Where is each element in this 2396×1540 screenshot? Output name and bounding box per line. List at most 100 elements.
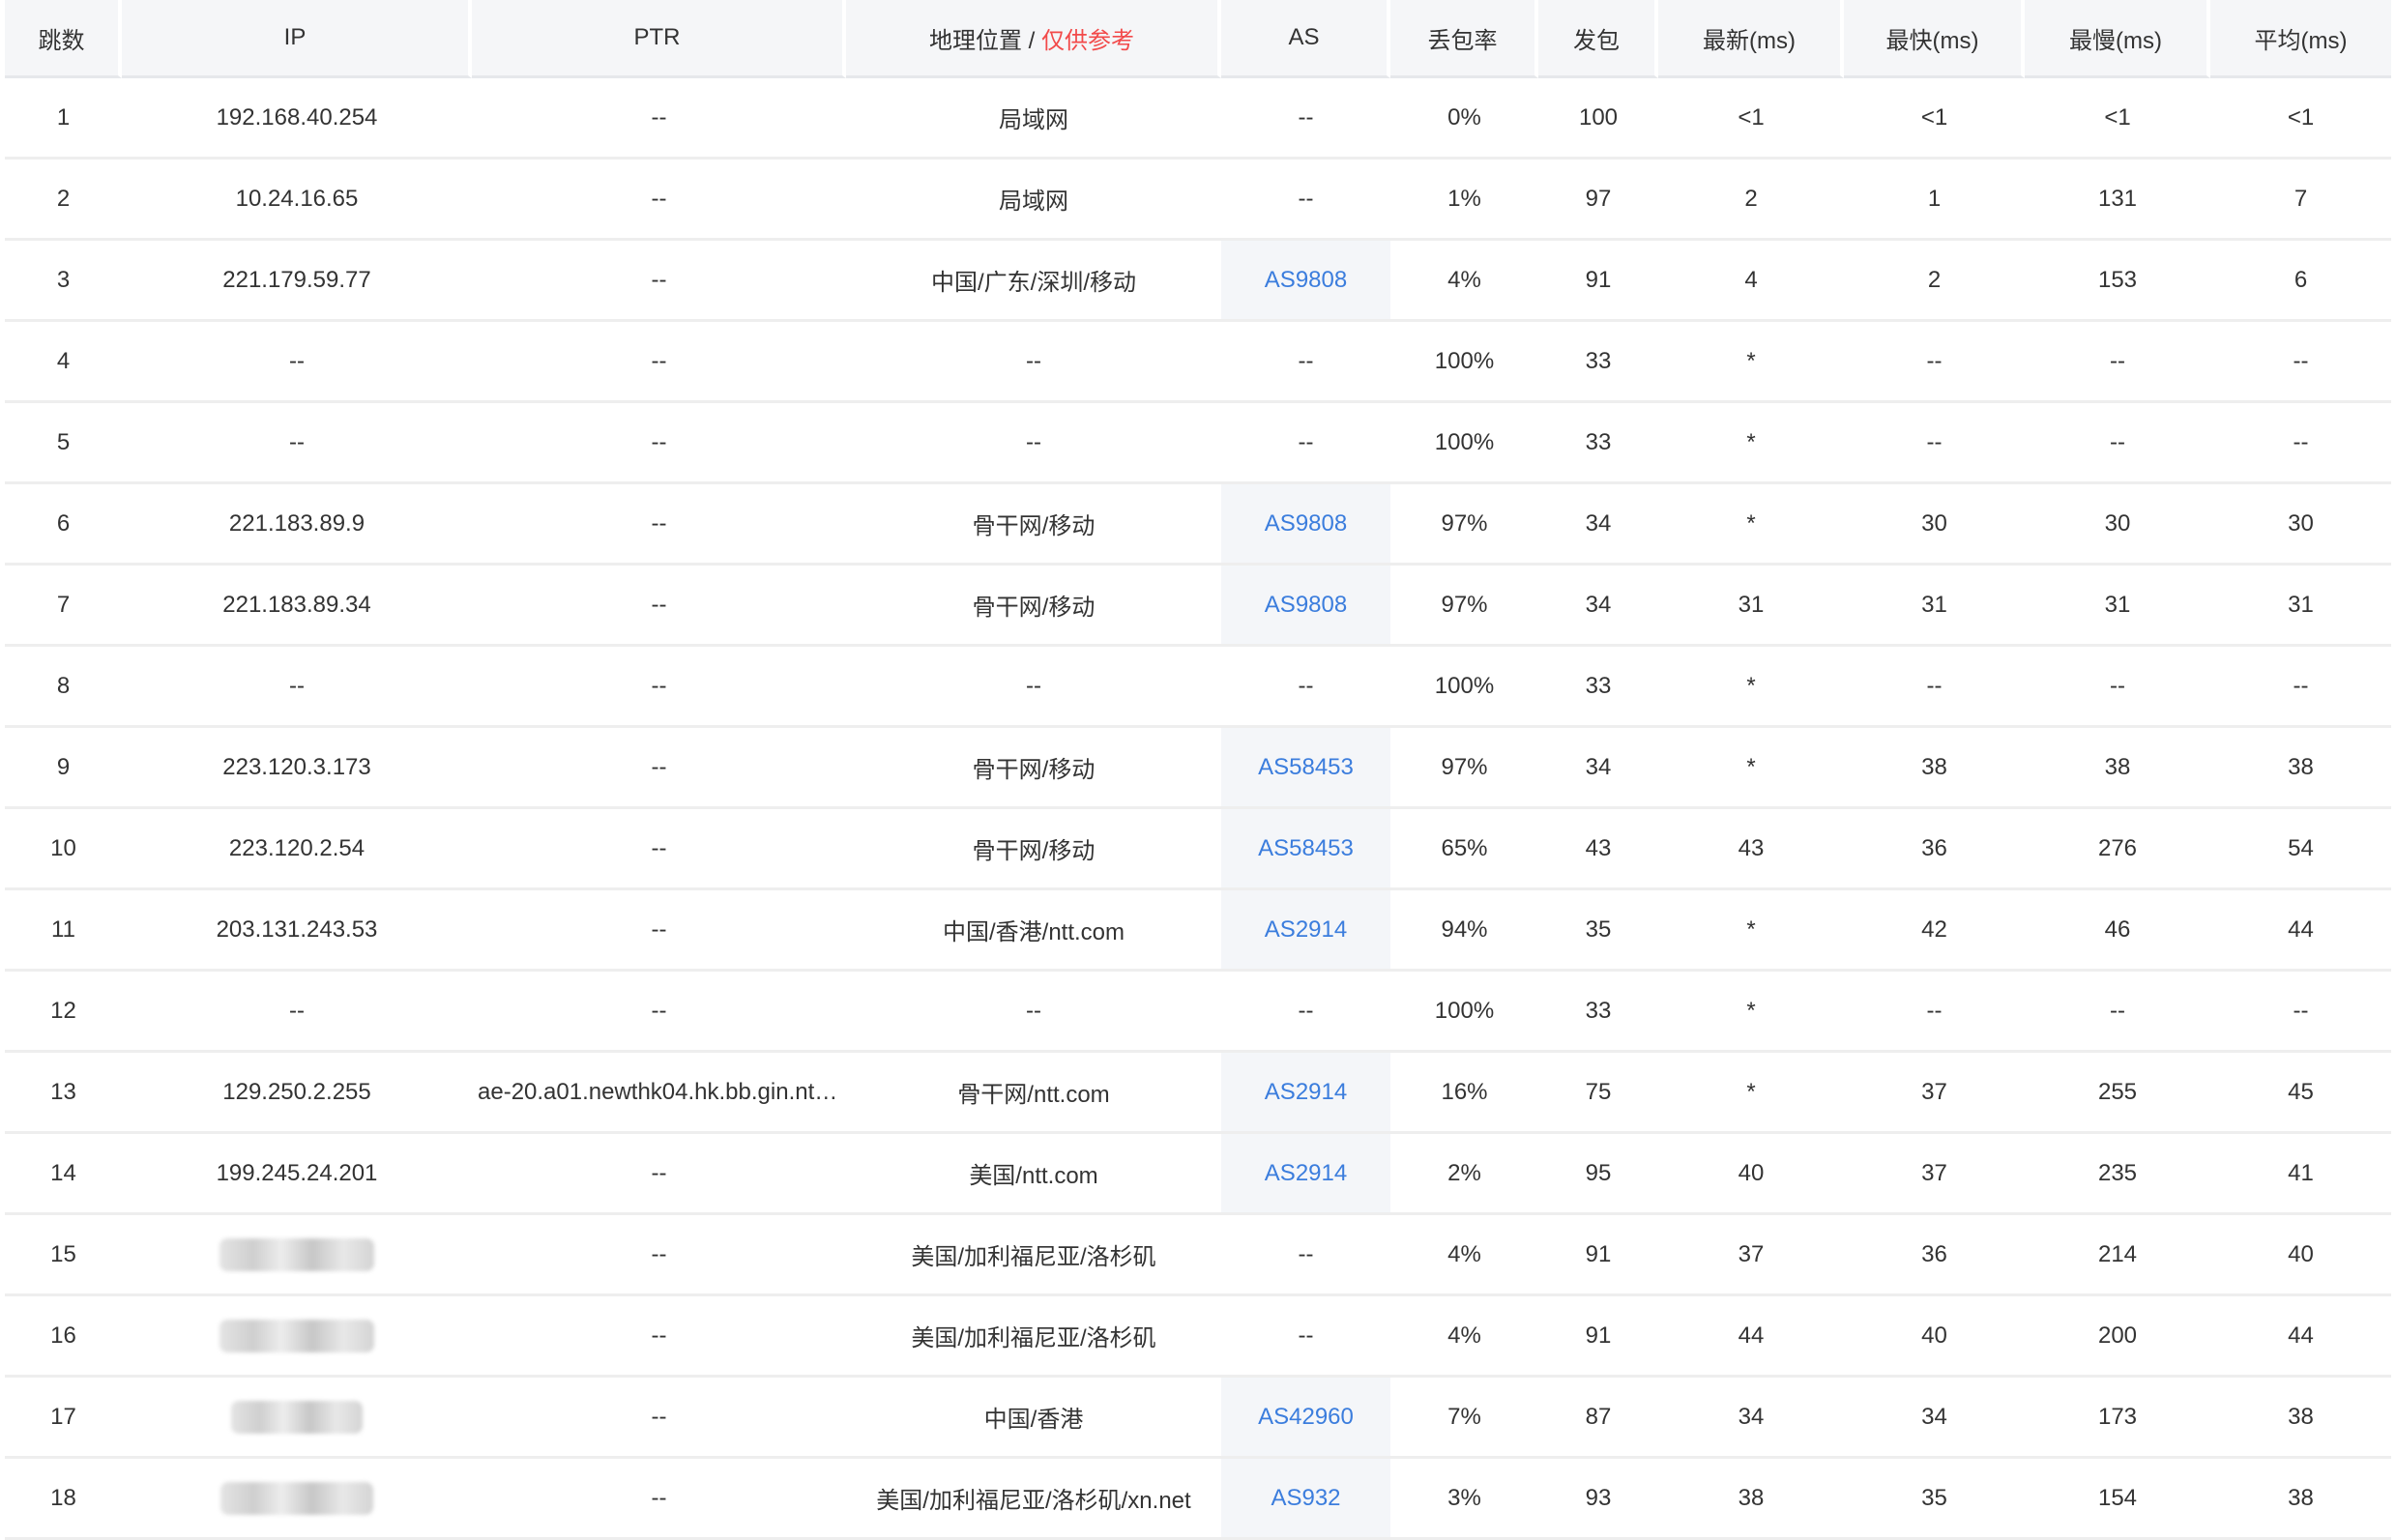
header-geo-separator: / [1028, 27, 1036, 54]
cell-sent: 91 [1538, 241, 1658, 322]
cell-loss: 16% [1390, 1053, 1538, 1134]
header-worst[interactable]: 最慢(ms) [2025, 0, 2210, 78]
table-row: 7 221.183.89.34 -- 骨干网/移动 AS9808 97% 34 31 31 31 3… [5, 566, 2391, 647]
cell-hop: 12 [5, 972, 122, 1053]
cell-ip [122, 1459, 472, 1540]
cell-sent: 87 [1538, 1378, 1658, 1459]
table-row: 13 129.250.2.255 ae-20.a01.newthk04.hk.bb.… [5, 1053, 2391, 1134]
cell-as: -- [1221, 1215, 1390, 1296]
cell-hop: 1 [5, 78, 122, 160]
cell-ip: 10.24.16.65 [122, 160, 472, 241]
as-link[interactable]: AS9808 [1265, 592, 1347, 618]
cell-worst: 30 [2025, 484, 2210, 566]
cell-hop: 7 [5, 566, 122, 647]
header-hop[interactable]: 跳数 [5, 0, 122, 78]
cell-best: 42 [1844, 890, 2025, 972]
cell-avg: 40 [2210, 1215, 2391, 1296]
as-link[interactable]: AS2914 [1265, 1160, 1347, 1186]
cell-avg: 41 [2210, 1134, 2391, 1215]
cell-as: -- [1221, 1296, 1390, 1378]
cell-hop: 5 [5, 403, 122, 484]
cell-ip: -- [122, 972, 472, 1053]
as-link[interactable]: AS9808 [1265, 510, 1347, 537]
cell-best: 34 [1844, 1378, 2025, 1459]
cell-geo: 骨干网/ntt.com [846, 1053, 1221, 1134]
cell-last: 38 [1658, 1459, 1844, 1540]
cell-best: 35 [1844, 1459, 2025, 1540]
cell-best: 1 [1844, 160, 2025, 241]
header-geo-note: 仅供参考 [1041, 27, 1134, 54]
cell-best: -- [1844, 322, 2025, 403]
cell-loss: 94% [1390, 890, 1538, 972]
cell-as[interactable]: AS58453 [1221, 728, 1390, 809]
cell-as[interactable]: AS58453 [1221, 809, 1390, 890]
header-as[interactable]: AS [1221, 0, 1390, 78]
header-ptr[interactable]: PTR [472, 0, 846, 78]
cell-sent: 75 [1538, 1053, 1658, 1134]
cell-as[interactable]: AS2914 [1221, 1134, 1390, 1215]
cell-ip: 221.179.59.77 [122, 241, 472, 322]
redacted-ip-blur [231, 1400, 363, 1434]
header-geo[interactable]: 地理位置 / 仅供参考 [846, 0, 1221, 78]
cell-ip: 223.120.3.173 [122, 728, 472, 809]
cell-as[interactable]: AS9808 [1221, 241, 1390, 322]
cell-worst: -- [2025, 972, 2210, 1053]
cell-geo: 骨干网/移动 [846, 728, 1221, 809]
cell-ip: 199.245.24.201 [122, 1134, 472, 1215]
as-empty: -- [1298, 185, 1314, 212]
as-link[interactable]: AS9808 [1265, 267, 1347, 293]
header-sent[interactable]: 发包 [1538, 0, 1658, 78]
cell-hop: 17 [5, 1378, 122, 1459]
as-link[interactable]: AS58453 [1258, 835, 1354, 861]
cell-loss: 100% [1390, 403, 1538, 484]
cell-as[interactable]: AS9808 [1221, 566, 1390, 647]
cell-geo: 骨干网/移动 [846, 566, 1221, 647]
cell-as[interactable]: AS932 [1221, 1459, 1390, 1540]
cell-last: 43 [1658, 809, 1844, 890]
cell-last: 40 [1658, 1134, 1844, 1215]
cell-geo: 美国/加利福尼亚/洛杉矶 [846, 1296, 1221, 1378]
cell-ptr: -- [472, 241, 846, 322]
as-link[interactable]: AS2914 [1265, 1079, 1347, 1105]
header-ip[interactable]: IP [122, 0, 472, 78]
as-empty: -- [1298, 997, 1314, 1024]
cell-hop: 3 [5, 241, 122, 322]
table-body: 1 192.168.40.254 -- 局域网 -- 0% 100 <1 <1 <1 <1 2 10.2… [5, 78, 2391, 1540]
cell-as: -- [1221, 160, 1390, 241]
cell-worst: 276 [2025, 809, 2210, 890]
header-best[interactable]: 最快(ms) [1844, 0, 2025, 78]
as-link[interactable]: AS2914 [1265, 916, 1347, 943]
cell-ptr: -- [472, 1459, 846, 1540]
cell-avg: 44 [2210, 890, 2391, 972]
header-last[interactable]: 最新(ms) [1658, 0, 1844, 78]
cell-hop: 16 [5, 1296, 122, 1378]
cell-sent: 100 [1538, 78, 1658, 160]
cell-as[interactable]: AS2914 [1221, 890, 1390, 972]
cell-as[interactable]: AS9808 [1221, 484, 1390, 566]
cell-last: 4 [1658, 241, 1844, 322]
cell-geo: 美国/ntt.com [846, 1134, 1221, 1215]
cell-loss: 3% [1390, 1459, 1538, 1540]
cell-ip: 223.120.2.54 [122, 809, 472, 890]
cell-loss: 97% [1390, 728, 1538, 809]
table-row: 11 203.131.243.53 -- 中国/香港/ntt.com AS2914 94%… [5, 890, 2391, 972]
cell-ptr: -- [472, 972, 846, 1053]
as-link[interactable]: AS42960 [1258, 1404, 1354, 1430]
header-avg[interactable]: 平均(ms) [2210, 0, 2391, 78]
cell-loss: 100% [1390, 972, 1538, 1053]
as-link[interactable]: AS58453 [1258, 754, 1354, 780]
cell-last: 34 [1658, 1378, 1844, 1459]
cell-sent: 33 [1538, 322, 1658, 403]
as-link[interactable]: AS932 [1271, 1485, 1340, 1511]
cell-geo: -- [846, 972, 1221, 1053]
cell-as: -- [1221, 972, 1390, 1053]
table-row: 14 199.245.24.201 -- 美国/ntt.com AS2914 2% 95 40… [5, 1134, 2391, 1215]
header-loss[interactable]: 丢包率 [1390, 0, 1538, 78]
cell-geo: 中国/广东/深圳/移动 [846, 241, 1221, 322]
table-row: 15 -- 美国/加利福尼亚/洛杉矶 -- 4% 91 37 36 214 40 [5, 1215, 2391, 1296]
cell-as: -- [1221, 322, 1390, 403]
cell-hop: 8 [5, 647, 122, 728]
cell-worst: 38 [2025, 728, 2210, 809]
cell-as[interactable]: AS2914 [1221, 1053, 1390, 1134]
cell-as[interactable]: AS42960 [1221, 1378, 1390, 1459]
